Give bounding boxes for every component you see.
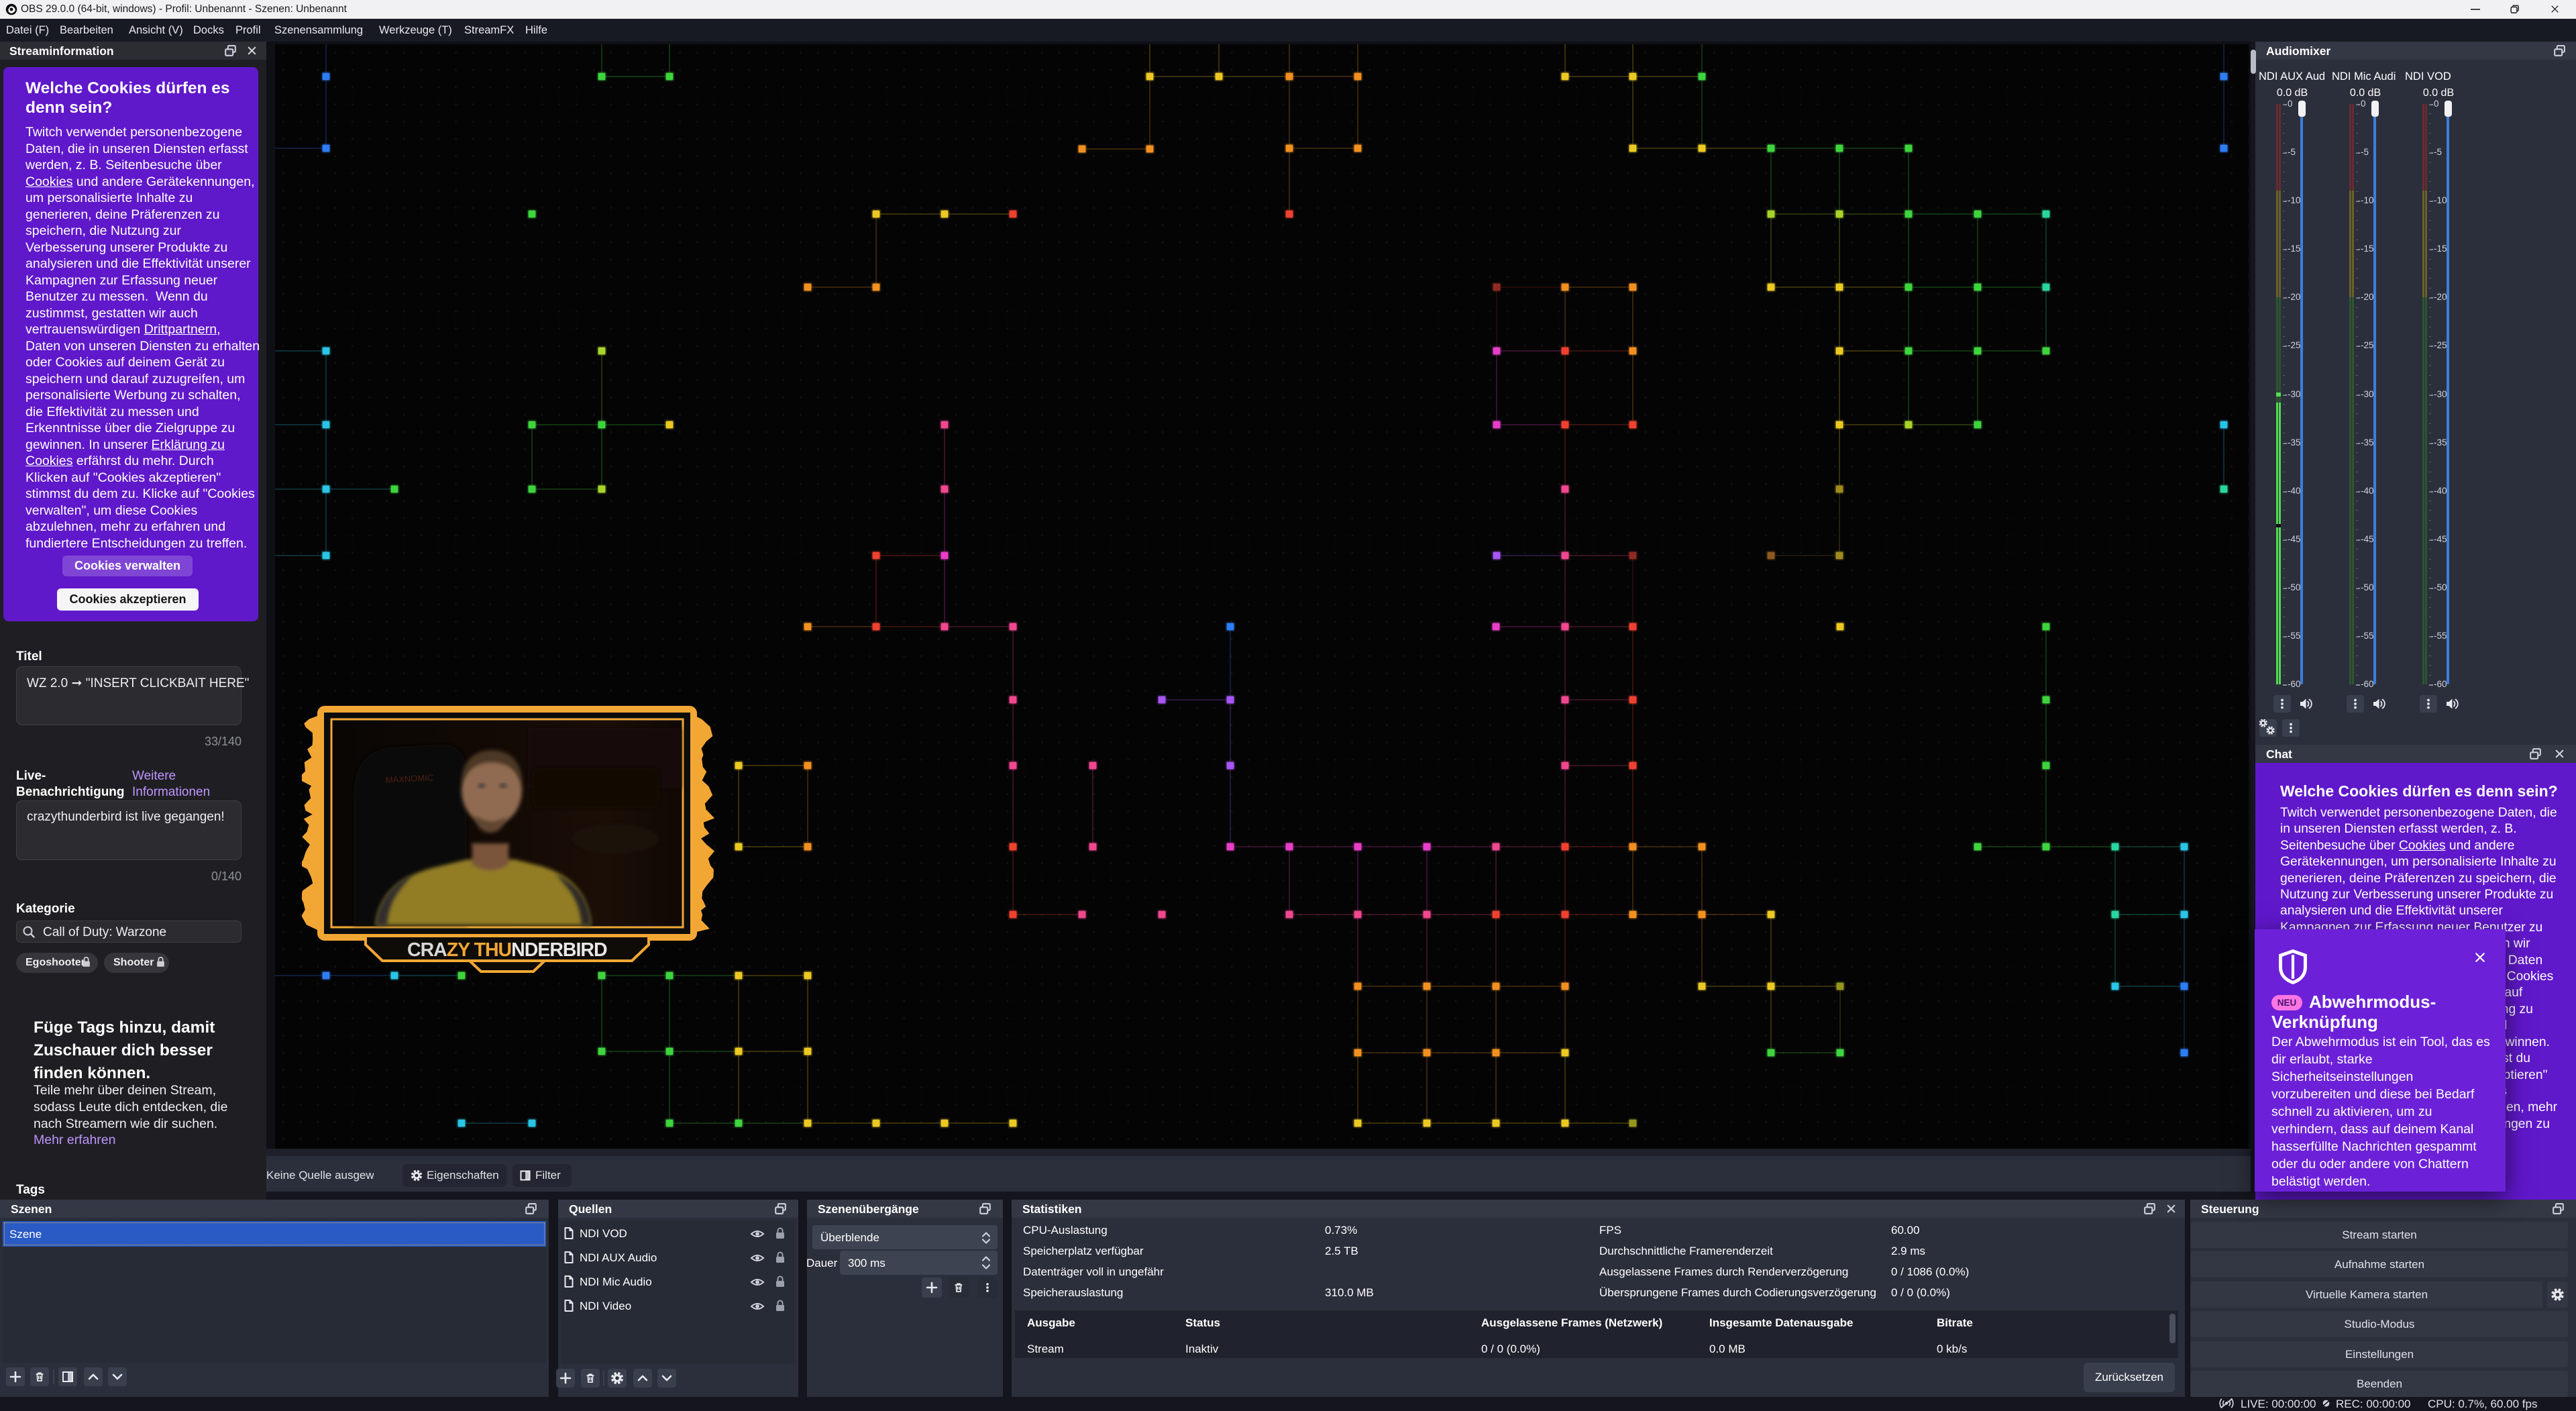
svg-text:CRAZY THUNDERBIRD: CRAZY THUNDERBIRD <box>407 939 607 961</box>
